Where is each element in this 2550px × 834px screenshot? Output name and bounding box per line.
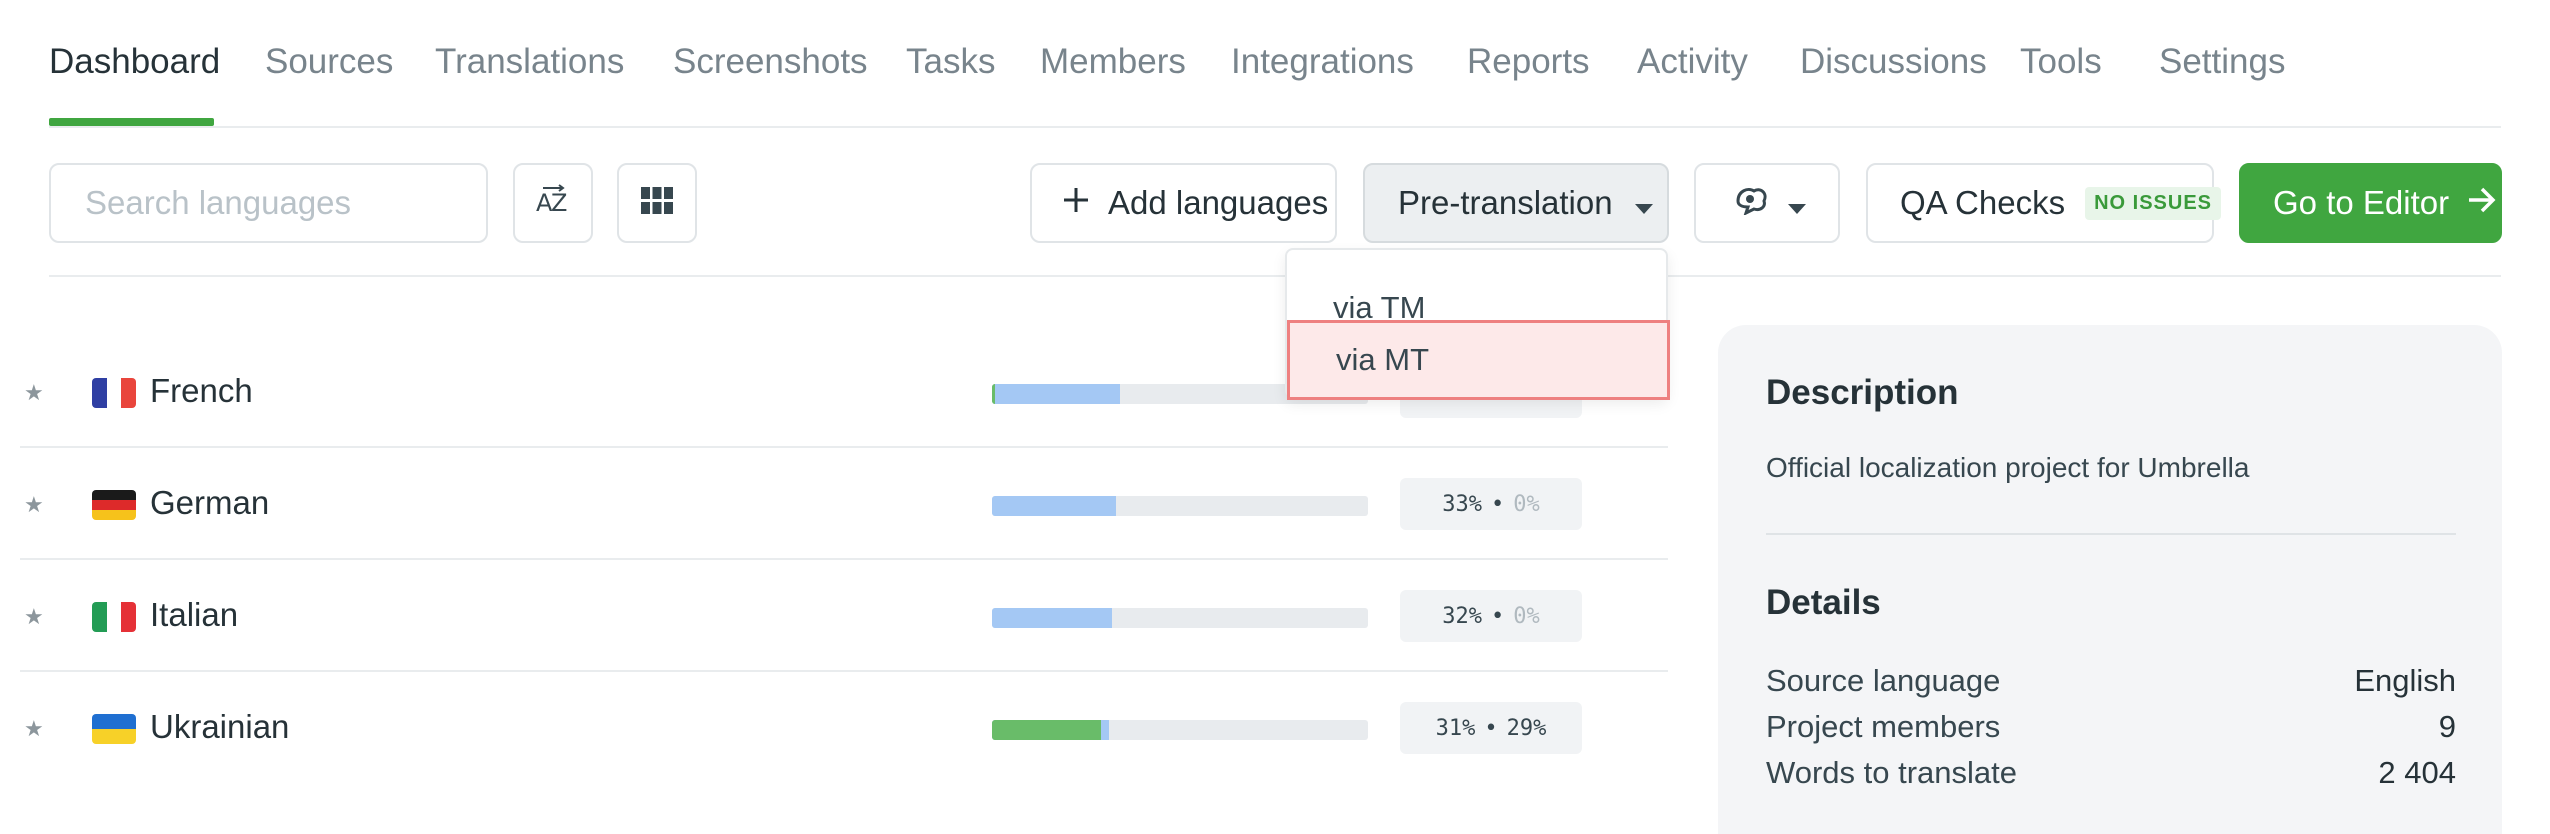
detail-label: Source language bbox=[1766, 663, 2001, 698]
description-heading: Description bbox=[1766, 373, 1959, 412]
detail-value: 2 404 bbox=[2378, 755, 2456, 790]
star-icon[interactable]: ★ bbox=[24, 716, 44, 742]
detail-words-to-translate: Words to translate 2 404 bbox=[1766, 755, 2456, 791]
pretranslation-button[interactable]: Pre-translation bbox=[1363, 163, 1669, 243]
progress-stats: 31% • 29% bbox=[1400, 702, 1582, 754]
project-tabs: Dashboard Sources Translations Screensho… bbox=[49, 0, 2501, 128]
approved-fill bbox=[992, 384, 995, 404]
approved-percent: 0% bbox=[1513, 603, 1540, 629]
tab-tools[interactable]: Tools bbox=[2020, 42, 2102, 82]
progress-bar bbox=[992, 720, 1368, 740]
caret-down-icon bbox=[1788, 184, 1806, 222]
language-row[interactable]: ★ Ukrainian 31% • 29% bbox=[20, 672, 1668, 784]
add-languages-label: Add languages bbox=[1108, 184, 1329, 221]
arrow-right-icon bbox=[2467, 184, 2497, 222]
tab-members[interactable]: Members bbox=[1040, 42, 1186, 82]
active-tab-indicator bbox=[49, 118, 214, 126]
qa-status-badge: NO ISSUES bbox=[2085, 186, 2221, 220]
tab-discussions[interactable]: Discussions bbox=[1800, 42, 1987, 82]
svg-text:Z: Z bbox=[551, 189, 567, 217]
grid-view-button[interactable] bbox=[617, 163, 697, 243]
language-name[interactable]: German bbox=[150, 484, 269, 522]
pretranslation-label: Pre-translation bbox=[1398, 184, 1613, 221]
flag-icon bbox=[92, 378, 136, 408]
pretranslation-menu: via TM via MT bbox=[1285, 248, 1670, 400]
sort-az-icon: A Z bbox=[534, 182, 572, 225]
progress-stats: 32% • 0% bbox=[1400, 590, 1582, 642]
tab-settings[interactable]: Settings bbox=[2159, 42, 2285, 82]
tab-tasks[interactable]: Tasks bbox=[906, 42, 995, 82]
project-description: Official localization project for Umbrel… bbox=[1766, 452, 2250, 483]
approved-percent: 0% bbox=[1513, 491, 1540, 517]
approved-percent: 29% bbox=[1506, 715, 1547, 741]
detail-label: Project members bbox=[1766, 709, 2001, 744]
details-heading: Details bbox=[1766, 583, 1881, 622]
toolbar-divider bbox=[49, 275, 2501, 277]
tab-sources[interactable]: Sources bbox=[265, 42, 393, 82]
translated-percent: 32% bbox=[1442, 603, 1482, 629]
approved-fill bbox=[992, 720, 1102, 740]
progress-bar bbox=[992, 496, 1368, 516]
menu-item-via-mt[interactable]: via MT bbox=[1287, 320, 1670, 400]
detail-value: 9 bbox=[2438, 709, 2456, 744]
star-icon[interactable]: ★ bbox=[24, 380, 44, 406]
detail-source-language: Source language English bbox=[1766, 663, 2456, 699]
project-info-panel: Description Official localization projec… bbox=[1718, 325, 2502, 834]
search-languages-input[interactable] bbox=[49, 163, 488, 243]
flag-icon bbox=[92, 602, 136, 632]
tab-screenshots[interactable]: Screenshots bbox=[673, 42, 868, 82]
flag-icon bbox=[92, 714, 136, 744]
tab-activity[interactable]: Activity bbox=[1637, 42, 1748, 82]
translated-fill bbox=[992, 608, 1113, 628]
translated-fill bbox=[992, 384, 1120, 404]
tab-dashboard[interactable]: Dashboard bbox=[49, 42, 220, 82]
translated-fill bbox=[992, 496, 1117, 516]
ai-assistant-icon bbox=[1734, 183, 1770, 223]
ai-assistant-button[interactable] bbox=[1694, 163, 1840, 243]
qa-checks-button[interactable]: QA Checks NO ISSUES bbox=[1866, 163, 2221, 243]
progress-bar bbox=[992, 608, 1368, 628]
qa-checks-label: QA Checks bbox=[1900, 184, 2066, 221]
progress-stats: 33% • 0% bbox=[1400, 478, 1582, 530]
tab-reports[interactable]: Reports bbox=[1467, 42, 1590, 82]
go-to-editor-button[interactable]: Go to Editor bbox=[2239, 163, 2502, 243]
language-row[interactable]: ★ Italian 32% • 0% bbox=[20, 560, 1668, 672]
tab-translations[interactable]: Translations bbox=[435, 42, 624, 82]
caret-down-icon bbox=[1634, 184, 1653, 222]
language-name[interactable]: French bbox=[150, 372, 253, 410]
panel-divider bbox=[1766, 533, 2456, 535]
flag-icon bbox=[92, 490, 136, 520]
star-icon[interactable]: ★ bbox=[24, 604, 44, 630]
language-name[interactable]: Italian bbox=[150, 596, 238, 634]
detail-value: English bbox=[2354, 663, 2456, 698]
plus-icon bbox=[1062, 184, 1090, 222]
add-languages-button[interactable]: Add languages bbox=[1030, 163, 1337, 243]
language-name[interactable]: Ukrainian bbox=[150, 708, 289, 746]
star-icon[interactable]: ★ bbox=[24, 492, 44, 518]
sort-button[interactable]: A Z bbox=[513, 163, 593, 243]
detail-project-members: Project members 9 bbox=[1766, 709, 2456, 745]
tab-integrations[interactable]: Integrations bbox=[1231, 42, 1414, 82]
detail-label: Words to translate bbox=[1766, 755, 2017, 790]
translated-percent: 33% bbox=[1442, 491, 1482, 517]
language-row[interactable]: ★ German 33% • 0% bbox=[20, 448, 1668, 560]
go-to-editor-label: Go to Editor bbox=[2273, 184, 2450, 221]
grid-view-icon bbox=[641, 186, 673, 220]
translated-percent: 31% bbox=[1435, 715, 1476, 741]
